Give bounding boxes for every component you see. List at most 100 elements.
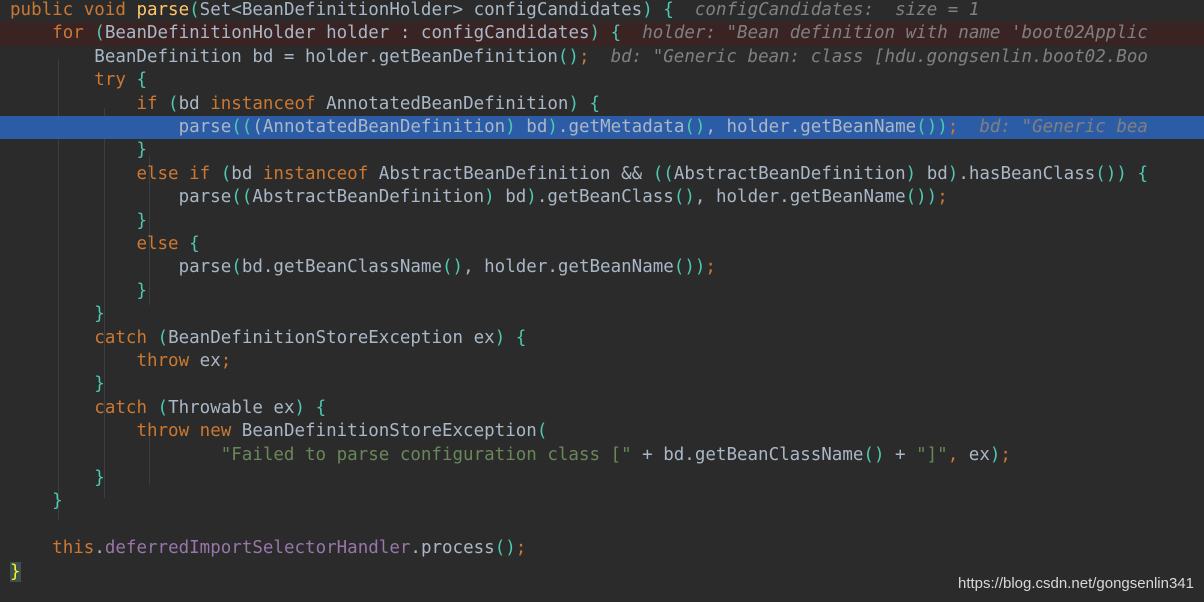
code-token: ,: [947, 444, 969, 465]
breakpoint-line[interactable]: for (BeanDefinitionHolder holder : confi…: [0, 22, 1204, 46]
code-token: .hasBeanClass: [958, 163, 1096, 184]
code-text: }: [10, 561, 21, 584]
code-token: }: [94, 374, 105, 395]
code-token: .process: [410, 538, 495, 559]
code-line[interactable]: else {: [0, 233, 1204, 256]
code-text: }: [10, 210, 147, 233]
code-token: {: [663, 0, 674, 20]
code-text: else if (bd instanceof AbstractBeanDefin…: [10, 163, 1148, 186]
code-line[interactable]: }: [0, 139, 1204, 162]
code-token: (: [94, 23, 105, 44]
inline-debug-value: holder: "Bean definition with name 'boot…: [621, 23, 1148, 44]
code-text: throw new BeanDefinitionStoreException(: [10, 420, 547, 443]
code-token: .getBeanClass: [536, 187, 674, 208]
code-text: this.deferredImportSelectorHandler.proce…: [10, 537, 526, 560]
code-editor[interactable]: public void parse(Set<BeanDefinitionHold…: [0, 0, 1204, 602]
code-token: "]": [916, 444, 948, 465]
code-text: }: [10, 467, 105, 490]
code-token: (): [442, 257, 464, 278]
code-token: (): [557, 46, 579, 67]
code-line[interactable]: catch (Throwable ex) {: [0, 397, 1204, 420]
code-token: parse: [10, 257, 232, 278]
code-line[interactable]: parse(bd.getBeanClassName(), holder.getB…: [0, 256, 1204, 279]
code-line[interactable]: }: [0, 280, 1204, 303]
code-token: bd: [515, 117, 548, 137]
code-text: catch (BeanDefinitionStoreException ex) …: [10, 327, 526, 350]
code-token: + bd.getBeanClassName: [631, 444, 864, 465]
code-token: (): [684, 117, 706, 137]
code-line[interactable]: "Failed to parse configuration class [" …: [0, 444, 1204, 467]
code-token: throw new: [136, 421, 242, 442]
code-token: ((: [231, 187, 253, 208]
code-token: +: [884, 444, 917, 465]
code-token: , holder.getBeanName: [694, 187, 906, 208]
code-line[interactable]: catch (BeanDefinitionStoreException ex) …: [0, 327, 1204, 350]
code-line[interactable]: throw new BeanDefinitionStoreException(: [0, 420, 1204, 443]
code-token: catch: [94, 397, 158, 418]
code-token: bd: [178, 93, 211, 114]
code-text: try {: [10, 69, 147, 92]
code-text: if (bd instanceof AnnotatedBeanDefinitio…: [10, 93, 600, 116]
code-line[interactable]: }: [0, 490, 1204, 513]
code-token: }: [136, 140, 147, 161]
code-text: "Failed to parse configuration class [" …: [10, 444, 1011, 467]
code-token: ()): [673, 257, 706, 278]
code-token: catch: [94, 327, 158, 348]
code-token: , holder.getBeanName: [463, 257, 674, 278]
code-text: }: [10, 490, 63, 513]
code-token: {: [589, 93, 601, 114]
code-line[interactable]: this.deferredImportSelectorHandler.proce…: [0, 537, 1204, 560]
code-text: else {: [10, 233, 199, 256]
code-token: AbstractBeanDefinition: [252, 187, 485, 208]
code-line[interactable]: BeanDefinition bd = holder.getBeanDefini…: [0, 46, 1204, 69]
current-line[interactable]: parse(((AnnotatedBeanDefinition) bd).get…: [0, 116, 1204, 140]
code-line[interactable]: }: [0, 303, 1204, 326]
inline-debug-value: configCandidates: size = 1: [673, 0, 980, 20]
code-line[interactable]: else if (bd instanceof AbstractBeanDefin…: [0, 163, 1204, 186]
code-line[interactable]: if (bd instanceof AnnotatedBeanDefinitio…: [0, 93, 1204, 116]
code-token: throw: [136, 351, 200, 371]
code-token: ): [589, 23, 601, 44]
code-line[interactable]: [0, 514, 1204, 537]
code-token: public void: [10, 0, 137, 20]
code-token: AbstractBeanDefinition &&: [378, 163, 653, 184]
code-token: AbstractBeanDefinition: [673, 163, 906, 184]
code-token: ()): [1095, 163, 1127, 184]
code-token: (AnnotatedBeanDefinition: [252, 117, 506, 137]
code-line[interactable]: public void parse(Set<BeanDefinitionHold…: [0, 0, 1204, 22]
code-line[interactable]: try {: [0, 69, 1204, 92]
code-token: ()): [905, 187, 938, 208]
code-line[interactable]: }: [0, 467, 1204, 490]
code-token: parse: [10, 117, 232, 137]
code-text: parse((AbstractBeanDefinition) bd).getBe…: [10, 186, 948, 209]
code-line[interactable]: }: [0, 210, 1204, 233]
code-token: (: [220, 163, 232, 184]
code-token: else: [136, 234, 190, 254]
code-line[interactable]: parse((AbstractBeanDefinition) bd).getBe…: [0, 186, 1204, 209]
code-token: "Failed to parse configuration class [": [220, 444, 632, 465]
code-line[interactable]: throw ex;: [0, 350, 1204, 373]
code-token: ex: [968, 444, 990, 465]
code-token: ;: [515, 538, 527, 559]
code-token: this: [52, 538, 95, 559]
code-token: {: [610, 23, 622, 44]
code-line[interactable]: }: [0, 373, 1204, 396]
code-token: (: [157, 397, 169, 418]
code-text: BeanDefinition bd = holder.getBeanDefini…: [10, 46, 1148, 69]
code-token: ): [547, 117, 558, 137]
code-token: if: [136, 93, 169, 114]
code-token: ): [494, 327, 506, 348]
code-token: ): [526, 187, 537, 208]
